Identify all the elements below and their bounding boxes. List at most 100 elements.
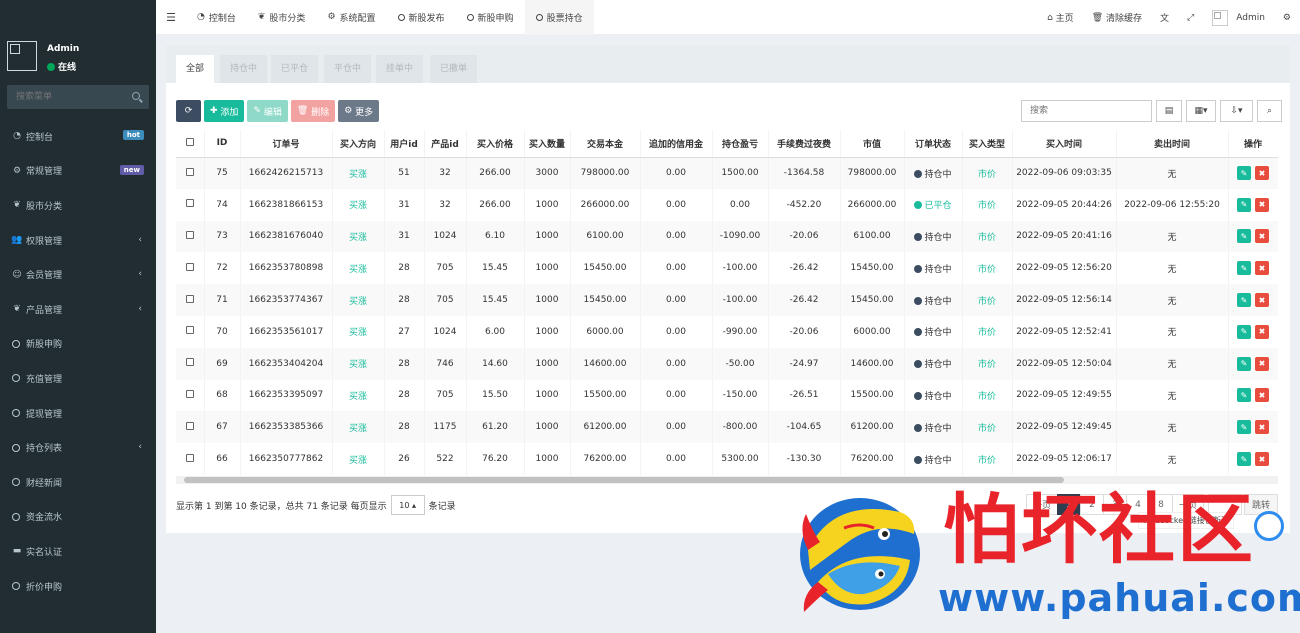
pencil-icon: ✎ <box>1240 359 1248 369</box>
column-header[interactable]: 操作 <box>1228 130 1278 158</box>
columns-button[interactable]: ▦▾ <box>1186 100 1216 122</box>
nav-tab-1[interactable]: ❦ 股市分类 <box>247 0 317 35</box>
row-edit-button[interactable]: ✎ <box>1237 388 1251 403</box>
row-delete-button[interactable]: ✖ <box>1255 261 1269 276</box>
row-edit-button[interactable]: ✎ <box>1237 166 1251 181</box>
home-link[interactable]: ⌂ 主页 <box>1038 0 1083 35</box>
row-checkbox[interactable] <box>185 358 194 367</box>
sidebar-item-5[interactable]: ❦ 产品管理 ‹ <box>0 292 156 327</box>
row-edit-button[interactable]: ✎ <box>1237 420 1251 435</box>
advanced-search-button[interactable]: ⌕ <box>1257 100 1282 122</box>
leaf-icon: ❦ <box>13 200 21 211</box>
nav-tab-2[interactable]: ⚙ 系统配置 <box>316 0 386 35</box>
row-delete-button[interactable]: ✖ <box>1255 166 1269 181</box>
sidebar-item-4[interactable]: ☺ 会员管理 ‹ <box>0 257 156 292</box>
row-edit-button[interactable]: ✎ <box>1237 293 1251 308</box>
row-edit-button[interactable]: ✎ <box>1237 324 1251 339</box>
row-delete-button[interactable]: ✖ <box>1255 229 1269 244</box>
column-header[interactable]: 买入数量 <box>524 130 571 158</box>
settings-gear-icon[interactable]: ⚙ <box>1274 0 1300 35</box>
row-checkbox[interactable] <box>185 167 194 176</box>
row-delete-button[interactable]: ✖ <box>1255 452 1269 467</box>
column-header[interactable]: 买入时间 <box>1012 130 1117 158</box>
sidebar-item-9[interactable]: 持仓列表 ‹ <box>0 430 156 465</box>
row-checkbox[interactable] <box>185 421 194 430</box>
refresh-button[interactable]: ⟳ <box>176 100 201 122</box>
nav-tab-4[interactable]: 新股申购 <box>456 0 525 35</box>
column-header[interactable]: ID <box>204 130 241 158</box>
nav-tab-0[interactable]: ◔ 控制台 <box>186 0 247 35</box>
row-checkbox[interactable] <box>185 326 194 335</box>
row-delete-button[interactable]: ✖ <box>1255 388 1269 403</box>
filter-tab-2[interactable]: 已平仓 <box>271 55 319 83</box>
add-button[interactable]: ✚ 添加 <box>204 100 245 122</box>
sidebar-item-12[interactable]: ▬ 实名认证 <box>0 534 156 569</box>
fullscreen-icon[interactable]: ⤢ <box>1178 0 1203 35</box>
row-delete-button[interactable]: ✖ <box>1255 197 1269 212</box>
column-header[interactable]: 卖出时间 <box>1116 130 1229 158</box>
column-header[interactable]: 买入价格 <box>466 130 525 158</box>
column-header[interactable]: 产品id <box>424 130 467 158</box>
column-header[interactable]: 持仓盈亏 <box>712 130 769 158</box>
sidebar-item-8[interactable]: 提现管理 <box>0 396 156 431</box>
sidebar-item-6[interactable]: 新股申购 <box>0 327 156 362</box>
language-icon[interactable]: 文 <box>1151 0 1178 35</box>
row-edit-button[interactable]: ✎ <box>1237 261 1251 276</box>
filter-tab-1[interactable]: 持仓中 <box>220 55 268 83</box>
column-header[interactable]: 追加的信用金 <box>640 130 713 158</box>
table-search-input[interactable] <box>1021 100 1152 122</box>
row-checkbox[interactable] <box>185 262 194 271</box>
column-header[interactable]: 订单号 <box>240 130 333 158</box>
row-edit-button[interactable]: ✎ <box>1237 356 1251 371</box>
column-header[interactable]: 订单状态 <box>904 130 963 158</box>
row-checkbox[interactable] <box>185 453 194 462</box>
row-checkbox[interactable] <box>185 294 194 303</box>
sidebar-item-10[interactable]: 财经新闻 <box>0 465 156 500</box>
select-all-checkbox[interactable] <box>185 137 194 146</box>
nav-tab-5[interactable]: 股票持仓 <box>524 0 594 35</box>
column-header[interactable]: 手续费过夜费 <box>768 130 841 158</box>
menu-toggle-icon[interactable]: ☰ <box>156 11 186 24</box>
sidebar-item-0[interactable]: ◔ 控制台 hot <box>0 119 156 154</box>
toggle-view-button[interactable]: ▤ <box>1156 100 1182 122</box>
horizontal-scrollbar[interactable] <box>176 476 1278 484</box>
page-size-select[interactable]: 10 ▴ <box>390 495 425 515</box>
row-edit-button[interactable]: ✎ <box>1237 452 1251 467</box>
filter-tab-0[interactable]: 全部 <box>176 55 215 83</box>
trash-icon: ✖ <box>1258 295 1266 305</box>
filter-tab-4[interactable]: 挂单中 <box>376 55 424 83</box>
admin-menu[interactable]: Admin <box>1203 0 1274 35</box>
edit-button[interactable]: ✎ 编辑 <box>247 100 288 122</box>
column-header[interactable]: 买入类型 <box>962 130 1013 158</box>
sidebar-item-3[interactable]: 👥 权限管理 ‹ <box>0 223 156 258</box>
row-edit-button[interactable]: ✎ <box>1237 197 1251 212</box>
search-icon[interactable] <box>132 92 140 100</box>
delete-button[interactable]: 🗑 删除 <box>290 100 336 122</box>
row-checkbox[interactable] <box>185 230 194 239</box>
sidebar-item-2[interactable]: ❦ 股市分类 <box>0 188 156 223</box>
row-checkbox[interactable] <box>185 389 194 398</box>
sidebar-item-11[interactable]: 资金流水 <box>0 500 156 535</box>
filter-tab-5[interactable]: 已撤单 <box>430 55 478 83</box>
column-header[interactable]: 买入方向 <box>332 130 385 158</box>
row-delete-button[interactable]: ✖ <box>1255 293 1269 308</box>
export-button[interactable]: ⇩▾ <box>1220 100 1253 122</box>
row-delete-button[interactable]: ✖ <box>1255 356 1269 371</box>
sidebar-item-1[interactable]: ⚙ 常规管理 new <box>0 154 156 189</box>
clear-cache-button[interactable]: 🗑 清除缓存 <box>1083 0 1151 35</box>
column-header[interactable]: 市值 <box>840 130 905 158</box>
menu-search-input[interactable] <box>7 85 122 109</box>
filter-tab-3[interactable]: 平仓中 <box>324 55 372 83</box>
nav-tab-3[interactable]: 新股发布 <box>387 0 456 35</box>
row-delete-button[interactable]: ✖ <box>1255 420 1269 435</box>
row-edit-button[interactable]: ✎ <box>1237 229 1251 244</box>
more-button[interactable]: ⚙ 更多 <box>338 100 380 122</box>
column-header[interactable]: 交易本金 <box>570 130 641 158</box>
row-delete-button[interactable]: ✖ <box>1255 324 1269 339</box>
column-header[interactable]: 用户id <box>384 130 425 158</box>
sidebar-item-13[interactable]: 折价申购 <box>0 569 156 604</box>
scrollbar-thumb[interactable] <box>184 477 1064 483</box>
row-checkbox[interactable] <box>185 199 194 208</box>
sidebar-item-7[interactable]: 充值管理 <box>0 361 156 396</box>
pencil-icon: ✎ <box>1240 231 1248 241</box>
